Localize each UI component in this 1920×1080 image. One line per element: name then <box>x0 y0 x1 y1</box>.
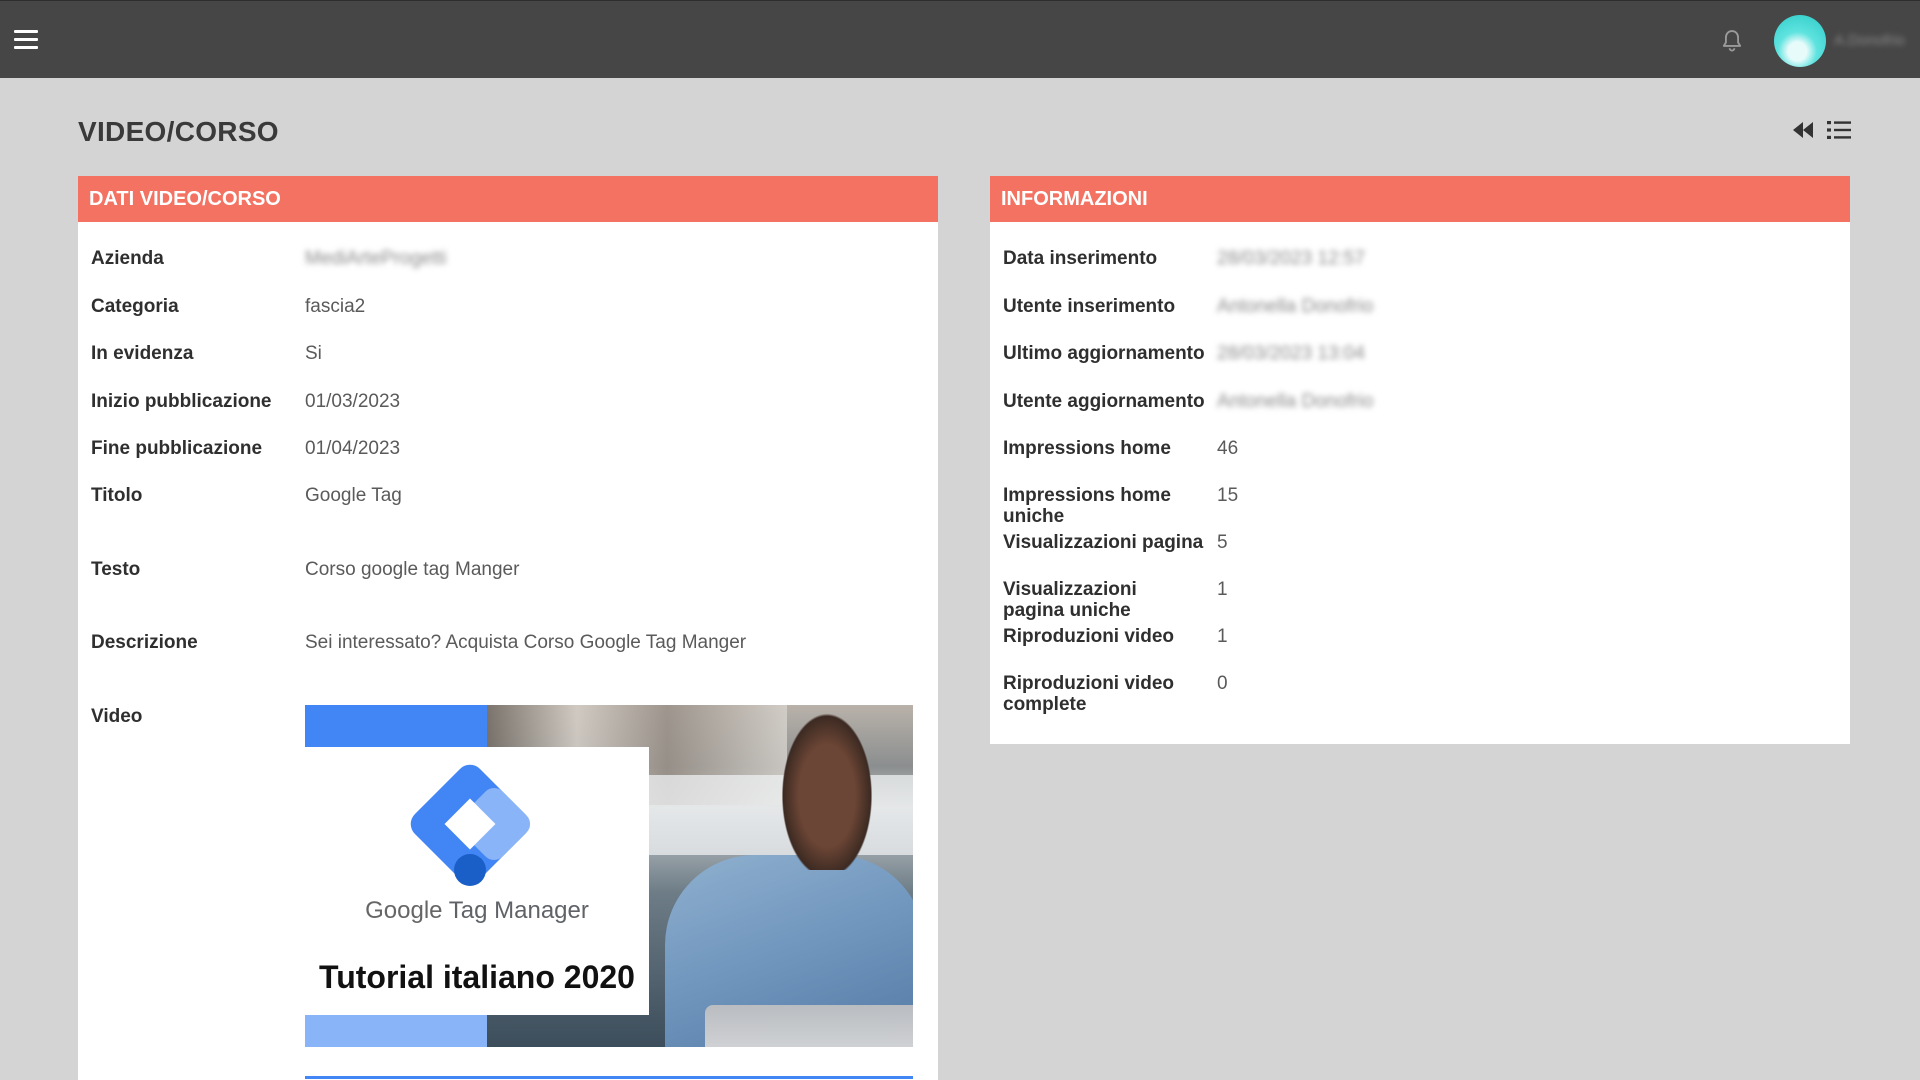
user-avatar[interactable] <box>1774 15 1826 67</box>
value-impressions-home-uniche: 15 <box>1217 485 1239 506</box>
label-testo: Testo <box>91 559 141 580</box>
label-riproduzioni-video: Riproduzioni video <box>1003 626 1174 647</box>
video-thumbnail[interactable]: Google Tag Manager Tutorial italiano 202… <box>305 705 913 1047</box>
value-riproduzioni-video-complete: 0 <box>1217 673 1228 694</box>
informazioni-panel: INFORMAZIONI Data inserimento 28/03/2023… <box>990 176 1850 744</box>
label-fine-pubblicazione: Fine pubblicazione <box>91 438 263 459</box>
thumbnail-laptop <box>705 1005 913 1047</box>
next-thumbnail-edge <box>305 1076 913 1079</box>
value-categoria: fascia2 <box>305 296 366 317</box>
label-utente-aggiornamento: Utente aggiornamento <box>1003 391 1205 412</box>
label-impressions-home: Impressions home <box>1003 438 1171 459</box>
bell-icon[interactable] <box>1718 27 1746 55</box>
thumbnail-title-card: Google Tag Manager Tutorial italiano 202… <box>305 747 649 1015</box>
label-riproduzioni-video-complete: Riproduzioni video complete <box>1003 673 1174 715</box>
thumbnail-brand: Google Tag Manager <box>305 897 649 925</box>
value-utente-inserimento: Antonella Donofrio <box>1217 296 1374 317</box>
label-ultimo-aggiornamento: Ultimo aggiornamento <box>1003 343 1205 364</box>
dati-video-panel-title: DATI VIDEO/CORSO <box>78 176 938 222</box>
label-visualizzazioni-pagina: Visualizzazioni pagina <box>1003 532 1204 553</box>
row-video: Video <box>91 706 301 727</box>
row-visualizzazioni-pagina: Visualizzazioni pagina 5 <box>1003 532 1228 553</box>
google-tag-manager-logo-icon <box>410 764 531 886</box>
row-titolo: Titolo Google Tag <box>91 485 402 506</box>
row-impressions-home-uniche: Impressions home uniche 15 <box>1003 485 1238 527</box>
value-inizio-pubblicazione: 01/03/2023 <box>305 391 401 412</box>
thumbnail-person-head <box>777 705 877 870</box>
value-titolo: Google Tag <box>305 485 402 506</box>
dati-video-panel: DATI VIDEO/CORSO Azienda MediArteProgett… <box>78 176 938 1080</box>
thumbnail-subtitle: Tutorial italiano 2020 <box>319 959 635 995</box>
row-categoria: Categoria fascia2 <box>91 296 365 317</box>
value-impressions-home: 46 <box>1217 438 1239 459</box>
list-icon[interactable] <box>1826 118 1852 142</box>
row-utente-inserimento: Utente inserimento Antonella Donofrio <box>1003 296 1373 317</box>
row-riproduzioni-video: Riproduzioni video 1 <box>1003 626 1228 647</box>
value-azienda: MediArteProgetti <box>305 248 447 269</box>
value-testo: Corso google tag Manger <box>305 559 520 580</box>
thumbnail-brand-product: Tag Manager <box>442 897 589 924</box>
row-testo: Testo Corso google tag Manger <box>91 559 519 580</box>
page-title: VIDEO/CORSO <box>78 116 279 147</box>
thumbnail-blue-strip-bottom <box>305 1015 487 1047</box>
label-impressions-home-uniche: Impressions home uniche <box>1003 485 1171 527</box>
thumbnail-blue-strip-top <box>305 705 487 747</box>
row-ultimo-aggiornamento: Ultimo aggiornamento 28/03/2023 13:04 <box>1003 343 1365 364</box>
label-titolo: Titolo <box>91 485 143 506</box>
informazioni-panel-title: INFORMAZIONI <box>990 176 1850 222</box>
label-in-evidenza: In evidenza <box>91 343 194 364</box>
user-name[interactable]: A.Donofrio <box>1834 32 1914 49</box>
row-visualizzazioni-pagina-uniche: Visualizzazioni pagina uniche 1 <box>1003 579 1228 621</box>
label-inizio-pubblicazione: Inizio pubblicazione <box>91 391 272 412</box>
label-azienda: Azienda <box>91 248 164 269</box>
row-in-evidenza: In evidenza Si <box>91 343 322 364</box>
row-utente-aggiornamento: Utente aggiornamento Antonella Donofrio <box>1003 391 1373 412</box>
row-inizio-pubblicazione: Inizio pubblicazione 01/03/2023 <box>91 391 400 412</box>
value-visualizzazioni-pagina: 5 <box>1217 532 1228 553</box>
value-fine-pubblicazione: 01/04/2023 <box>305 438 401 459</box>
page-toolbar <box>1790 118 1852 142</box>
label-data-inserimento: Data inserimento <box>1003 248 1158 269</box>
row-riproduzioni-video-complete: Riproduzioni video complete 0 <box>1003 673 1228 715</box>
value-utente-aggiornamento: Antonella Donofrio <box>1217 391 1374 412</box>
fast-backward-icon[interactable] <box>1790 118 1816 142</box>
row-azienda: Azienda MediArteProgetti <box>91 248 447 269</box>
label-utente-inserimento: Utente inserimento <box>1003 296 1176 317</box>
value-visualizzazioni-pagina-uniche: 1 <box>1217 579 1228 600</box>
row-fine-pubblicazione: Fine pubblicazione 01/04/2023 <box>91 438 400 459</box>
value-ultimo-aggiornamento: 28/03/2023 13:04 <box>1217 343 1365 364</box>
row-descrizione: Descrizione Sei interessato? Acquista Co… <box>91 632 746 653</box>
thumbnail-brand-google: Google <box>365 897 443 924</box>
value-descrizione: Sei interessato? Acquista Corso Google T… <box>305 632 747 653</box>
value-data-inserimento: 28/03/2023 12:57 <box>1217 248 1365 269</box>
value-riproduzioni-video: 1 <box>1217 626 1228 647</box>
value-in-evidenza: Si <box>305 343 322 364</box>
label-visualizzazioni-pagina-uniche: Visualizzazioni pagina uniche <box>1003 579 1137 621</box>
row-impressions-home: Impressions home 46 <box>1003 438 1238 459</box>
row-data-inserimento: Data inserimento 28/03/2023 12:57 <box>1003 248 1365 269</box>
label-descrizione: Descrizione <box>91 632 198 653</box>
top-bar: A.Donofrio <box>0 0 1920 78</box>
hamburger-icon[interactable] <box>14 30 38 50</box>
label-video: Video <box>91 706 143 727</box>
label-categoria: Categoria <box>91 296 179 317</box>
